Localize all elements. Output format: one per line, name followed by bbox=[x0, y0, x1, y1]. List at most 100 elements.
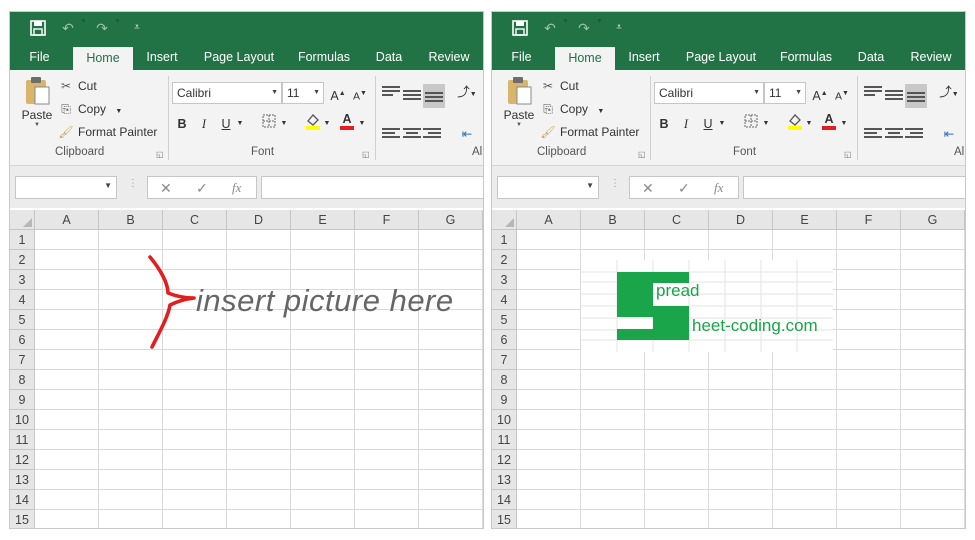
align-right-icon[interactable] bbox=[905, 128, 923, 142]
column-header-a[interactable]: A bbox=[35, 210, 99, 230]
undo-dropdown-icon[interactable]: ▼ bbox=[562, 18, 569, 25]
column-header-b[interactable]: B bbox=[99, 210, 163, 230]
paste-button[interactable]: Paste ▼ bbox=[18, 76, 56, 138]
inserted-picture[interactable]: pread heet-coding.com bbox=[581, 260, 833, 352]
redo-icon[interactable]: ↷ bbox=[576, 18, 592, 38]
fill-color-icon[interactable] bbox=[786, 112, 804, 132]
row-header-13[interactable]: 13 bbox=[10, 470, 35, 490]
align-bottom-icon[interactable] bbox=[423, 84, 445, 108]
column-header-c[interactable]: C bbox=[645, 210, 709, 230]
row-header-6[interactable]: 6 bbox=[10, 330, 35, 350]
customize-qat-icon[interactable]: ⩡ bbox=[130, 18, 144, 38]
align-middle-icon[interactable] bbox=[403, 90, 421, 104]
decrease-indent-icon[interactable]: ⇤ bbox=[938, 124, 960, 144]
redo-dropdown-icon[interactable]: ▼ bbox=[114, 18, 121, 25]
tab-review[interactable]: Review bbox=[424, 45, 474, 70]
cancel-icon[interactable]: ✕ bbox=[642, 177, 654, 199]
row-header-11[interactable]: 11 bbox=[10, 430, 35, 450]
row-header-7[interactable]: 7 bbox=[492, 350, 517, 370]
format-painter-button[interactable]: 🖌 Format Painter bbox=[58, 122, 157, 142]
align-top-icon[interactable] bbox=[382, 86, 400, 100]
column-header-g[interactable]: G bbox=[419, 210, 483, 230]
tab-page-layout[interactable]: Page Layout bbox=[200, 45, 278, 70]
align-bottom-icon[interactable] bbox=[905, 84, 927, 108]
underline-button[interactable]: U bbox=[218, 114, 234, 134]
borders-dropdown-icon[interactable]: ▼ bbox=[280, 114, 288, 134]
row-header-15[interactable]: 15 bbox=[10, 510, 35, 528]
font-color-dropdown-icon[interactable]: ▼ bbox=[358, 114, 366, 134]
row-header-3[interactable]: 3 bbox=[492, 270, 517, 290]
column-header-e[interactable]: E bbox=[291, 210, 355, 230]
bold-button[interactable]: B bbox=[174, 114, 190, 134]
italic-button[interactable]: I bbox=[678, 114, 694, 134]
align-center-icon[interactable] bbox=[403, 128, 421, 142]
row-header-8[interactable]: 8 bbox=[10, 370, 35, 390]
fill-color-dropdown-icon[interactable]: ▼ bbox=[323, 114, 331, 134]
align-left-icon[interactable] bbox=[382, 128, 400, 142]
row-header-5[interactable]: 5 bbox=[10, 310, 35, 330]
borders-icon[interactable] bbox=[742, 114, 760, 134]
column-header-d[interactable]: D bbox=[709, 210, 773, 230]
clipboard-launcher-icon[interactable]: ◱ bbox=[638, 150, 646, 159]
bold-button[interactable]: B bbox=[656, 114, 672, 134]
select-all-corner[interactable] bbox=[10, 210, 35, 230]
underline-button[interactable]: U bbox=[700, 114, 716, 134]
font-launcher-icon[interactable]: ◱ bbox=[362, 150, 370, 159]
cancel-icon[interactable]: ✕ bbox=[160, 177, 172, 199]
align-left-icon[interactable] bbox=[864, 128, 882, 142]
row-header-11[interactable]: 11 bbox=[492, 430, 517, 450]
name-box[interactable]: ▼ bbox=[15, 176, 117, 199]
font-name-select[interactable]: Calibri ▼ bbox=[654, 82, 764, 104]
format-painter-button[interactable]: 🖌 Format Painter bbox=[540, 122, 639, 142]
italic-button[interactable]: I bbox=[196, 114, 212, 134]
align-right-icon[interactable] bbox=[423, 128, 441, 142]
row-header-4[interactable]: 4 bbox=[492, 290, 517, 310]
font-name-select[interactable]: Calibri ▼ bbox=[172, 82, 282, 104]
align-center-icon[interactable] bbox=[885, 128, 903, 142]
row-header-8[interactable]: 8 bbox=[492, 370, 517, 390]
column-header-c[interactable]: C bbox=[163, 210, 227, 230]
save-icon[interactable] bbox=[512, 18, 530, 38]
row-header-15[interactable]: 15 bbox=[492, 510, 517, 528]
align-top-icon[interactable] bbox=[864, 86, 882, 100]
select-all-corner[interactable] bbox=[492, 210, 517, 230]
column-header-f[interactable]: F bbox=[837, 210, 901, 230]
tab-insert[interactable]: Insert bbox=[142, 45, 182, 70]
row-header-1[interactable]: 1 bbox=[492, 230, 517, 250]
row-header-10[interactable]: 10 bbox=[10, 410, 35, 430]
tab-data[interactable]: Data bbox=[372, 45, 406, 70]
shrink-font-button[interactable]: A▼ bbox=[833, 84, 851, 104]
row-header-4[interactable]: 4 bbox=[10, 290, 35, 310]
fill-color-dropdown-icon[interactable]: ▼ bbox=[805, 114, 813, 134]
paste-dropdown-icon[interactable]: ▼ bbox=[18, 122, 56, 128]
formula-input[interactable] bbox=[261, 176, 483, 199]
copy-dropdown-icon[interactable]: ▼ bbox=[597, 108, 604, 115]
formula-bar-splitter[interactable]: ⋮ bbox=[610, 178, 620, 189]
row-header-7[interactable]: 7 bbox=[10, 350, 35, 370]
row-header-2[interactable]: 2 bbox=[10, 250, 35, 270]
customize-qat-icon[interactable]: ⩡ bbox=[612, 18, 626, 38]
save-icon[interactable] bbox=[30, 18, 48, 38]
orientation-icon[interactable]: ⤴▼ bbox=[938, 82, 960, 102]
redo-dropdown-icon[interactable]: ▼ bbox=[596, 18, 603, 25]
copy-button[interactable]: ⎘ Copy ▼ bbox=[58, 99, 122, 119]
paste-button[interactable]: Paste ▼ bbox=[500, 76, 538, 138]
align-middle-icon[interactable] bbox=[885, 90, 903, 104]
tab-formulas[interactable]: Formulas bbox=[294, 45, 354, 70]
row-header-13[interactable]: 13 bbox=[492, 470, 517, 490]
borders-dropdown-icon[interactable]: ▼ bbox=[762, 114, 770, 134]
column-header-d[interactable]: D bbox=[227, 210, 291, 230]
tab-insert[interactable]: Insert bbox=[624, 45, 664, 70]
row-header-14[interactable]: 14 bbox=[10, 490, 35, 510]
row-header-9[interactable]: 9 bbox=[10, 390, 35, 410]
paste-dropdown-icon[interactable]: ▼ bbox=[500, 122, 538, 128]
shrink-font-button[interactable]: A▼ bbox=[351, 84, 369, 104]
column-header-e[interactable]: E bbox=[773, 210, 837, 230]
orientation-icon[interactable]: ⤴▼ bbox=[456, 82, 478, 102]
row-header-9[interactable]: 9 bbox=[492, 390, 517, 410]
cut-button[interactable]: ✂ Cut bbox=[540, 76, 579, 96]
formula-input[interactable] bbox=[743, 176, 965, 199]
grow-font-button[interactable]: A▲ bbox=[329, 84, 347, 104]
row-header-14[interactable]: 14 bbox=[492, 490, 517, 510]
row-header-5[interactable]: 5 bbox=[492, 310, 517, 330]
